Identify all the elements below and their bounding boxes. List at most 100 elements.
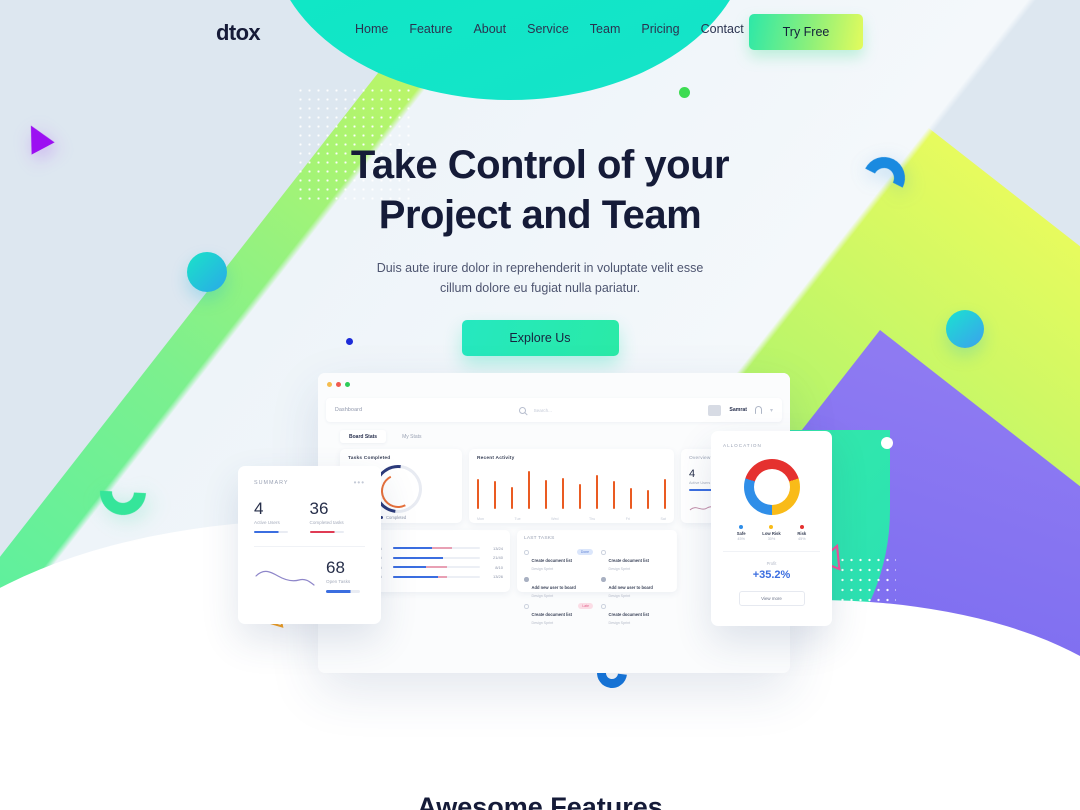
legend-percent: 30% [767,537,776,541]
main-navigation: Home Feature About Service Team Pricing … [355,22,744,36]
summary-card: SUMMARY ••• 4 Active Users 36 Completed … [238,466,381,624]
list-item[interactable]: Create document list Design Sprint Done [524,549,593,572]
allocation-title: ALLOCATION [723,443,762,448]
task-subtitle: Design Sprint [531,567,554,571]
axis-tick-label: Mon [477,517,484,521]
page-root: dtox Home Feature About Service Team Pri… [0,0,1080,810]
list-item[interactable]: Create document list Design Sprint [601,603,670,626]
last-tasks-column-right: Create document list Design Sprint Add new… [601,545,670,626]
summary-stat-completed-tasks: 36 Completed tasks [309,499,366,534]
last-tasks-title: LAST TASKS [524,536,555,541]
white-dot-icon [881,437,893,449]
list-item[interactable]: Create document list Design Sprint Late [524,603,593,626]
activity-bar [561,477,565,509]
task-subtitle: Design Sprint [531,621,554,625]
summary-sparkline [255,570,315,586]
table-cell-progress [393,575,480,578]
dashboard-toolbar: Dashboard Search... Samrat ▾ [326,398,782,422]
summary-stat-label: Open Tasks [326,579,351,585]
search-input[interactable]: Search... [534,408,552,413]
user-name: Samrat [729,407,747,413]
dot-pattern-right-icon [838,555,896,690]
activity-bar [477,478,480,509]
explore-us-button[interactable]: Explore Us [461,320,619,356]
brand-logo[interactable]: dtox [216,20,261,46]
table-cell-progress [393,547,480,549]
task-checkbox[interactable] [524,577,529,582]
task-subtitle: Design Sprint [608,594,631,598]
activity-bar [527,471,531,509]
summary-stat-bar [254,531,288,534]
profit-value: +35.2% [752,569,791,581]
list-item[interactable]: Create document list Design Sprint [601,549,670,572]
last-tasks-card: LAST TASKS Create document list Design Sp… [517,530,677,625]
tasks-completed-title: Tasks Completed [348,456,391,461]
nav-item-about[interactable]: About [473,22,506,36]
task-title: Create document list [531,558,573,563]
nav-item-home[interactable]: Home [355,22,388,36]
chevron-down-icon[interactable]: ▾ [770,407,773,414]
task-checkbox[interactable] [601,550,606,555]
allocation-profit-section: Profit +35.2% [723,551,820,581]
window-titlebar [318,373,790,395]
activity-bar [578,483,581,509]
summary-stat-open-tasks: 68 Open Tasks [326,558,365,593]
table-cell-value: 21/40 [492,555,503,560]
task-title: Create document list [608,558,650,563]
nav-item-team[interactable]: Team [590,22,621,36]
axis-tick-label: Fri [625,517,630,521]
summary-menu-icon[interactable]: ••• [354,479,365,487]
tab-board-stats[interactable]: Board Stats [340,430,387,443]
legend-label: Completed [386,515,407,520]
task-checkbox[interactable] [601,577,606,582]
view-more-button[interactable]: View more [738,591,805,606]
tab-my-stats[interactable]: My Stats [393,430,430,443]
avatar[interactable] [708,404,722,416]
list-item[interactable]: Add new user to board Design Sprint [601,576,670,599]
nav-item-service[interactable]: Service [527,22,569,36]
window-maximize-icon[interactable] [345,381,350,387]
summary-stat-value: 4 [254,499,264,518]
allocation-legend-low-risk: Low Risk 30% [756,525,786,541]
task-checkbox[interactable] [524,550,529,555]
summary-stat-bar [326,590,360,593]
activity-bar [544,479,548,509]
legend-percent: 45% [798,537,806,541]
hero-title: Take Control of your Project and Team [0,140,1080,240]
axis-tick-label: Sat [660,517,666,521]
activity-bar [510,486,514,509]
hero-title-part1: Take [350,143,448,187]
list-item[interactable]: Add new user to board Design Sprint [524,576,593,599]
task-subtitle: Design Sprint [608,621,631,625]
activity-bar [493,480,497,509]
task-checkbox[interactable] [524,604,529,609]
hero-section: Take Control of your Project and Team Du… [0,140,1080,356]
tasks-completed-ring-chart [364,455,432,523]
window-close-icon[interactable] [336,381,341,387]
last-tasks-columns: Create document list Design Sprint Done Add… [524,545,670,626]
table-cell-progress [393,556,480,559]
window-minimize-icon[interactable] [327,381,332,387]
legend-dot-icon [799,525,804,529]
task-title: Add new user to board [608,585,653,590]
nav-item-contact[interactable]: Contact [701,22,744,36]
summary-stat-value: 68 [326,558,345,578]
try-free-button[interactable]: Try Free [749,14,863,50]
axis-tick-label: Tue [514,517,521,521]
summary-stats-row: 4 Active Users 36 Completed tasks [254,499,366,534]
dashboard-title: Dashboard [335,407,363,413]
hero-title-emphasis: Control [447,143,587,187]
hero-title-line2: Project and Team [378,193,702,237]
task-subtitle: Design Sprint [608,567,631,571]
activity-bar [629,487,632,509]
nav-item-feature[interactable]: Feature [409,22,452,36]
search-icon[interactable] [518,406,526,414]
activity-bar [612,480,615,509]
task-checkbox[interactable] [601,604,606,609]
summary-stat-active-users: 4 Active Users [254,499,310,534]
site-header: dtox Home Feature About Service Team Pri… [0,0,1080,64]
last-tasks-column-left: Create document list Design Sprint Done Add… [524,545,593,626]
task-subtitle: Design Sprint [531,594,554,598]
notification-bell-icon[interactable] [754,406,762,414]
nav-item-pricing[interactable]: Pricing [641,22,679,36]
